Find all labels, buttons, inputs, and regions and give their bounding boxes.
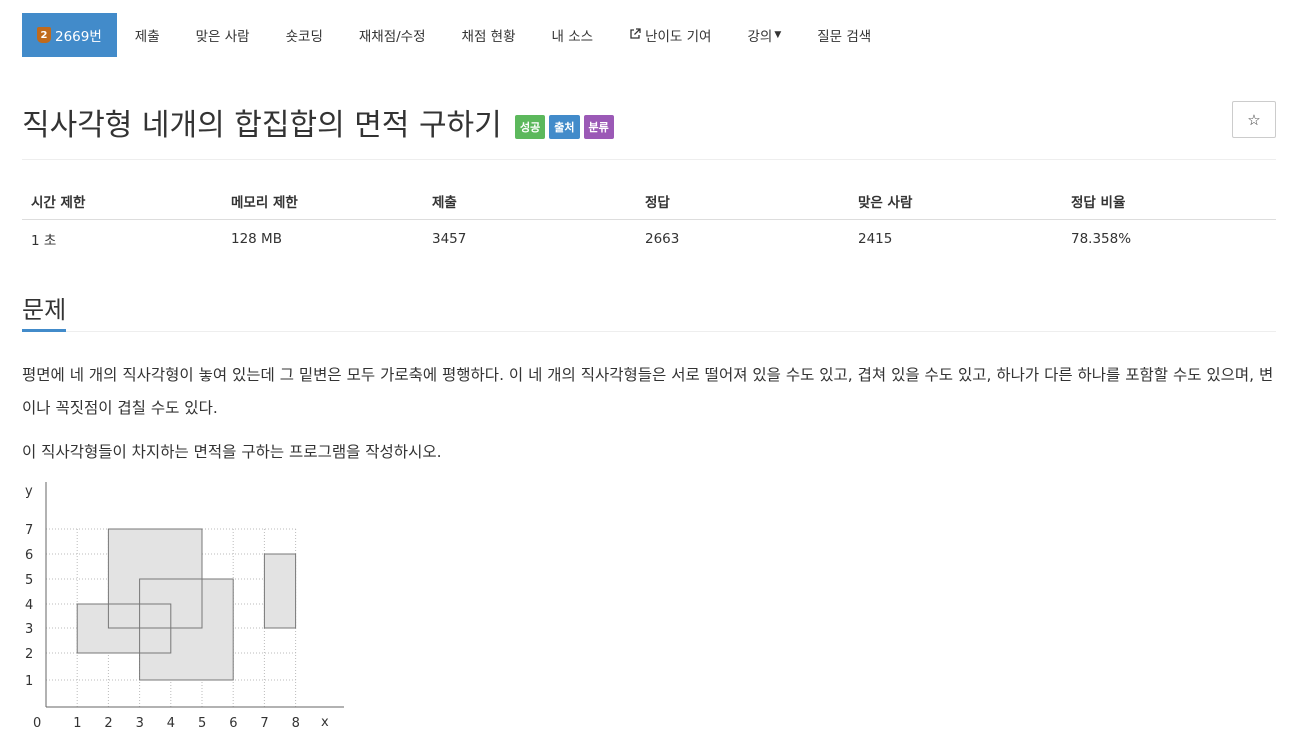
rectangle-fill	[139, 579, 234, 680]
value-time-limit: 1 초	[31, 232, 57, 249]
problem-section-header: 문제	[22, 290, 1276, 332]
value-memory-limit: 128 MB	[231, 230, 282, 247]
rectangles-figure-svg: y x 0 1 2 3 4 5 6 7 8 1 2 3 4 5 6 7	[25, 482, 344, 731]
nav-difficulty-contribution[interactable]: 난이도 기여	[611, 13, 729, 57]
rectangle-fill	[264, 554, 296, 628]
nav-question-search[interactable]: 질문 검색	[799, 13, 889, 57]
problem-description: 평면에 네 개의 직사각형이 놓여 있는데 그 밑변은 모두 가로축에 평행하다…	[22, 366, 1274, 417]
header-solved-users: 맞은 사람	[849, 183, 1062, 220]
nav-lecture-dropdown[interactable]: 강의 ▼	[729, 13, 799, 57]
problem-figure: y x 0 1 2 3 4 5 6 7 8 1 2 3 4 5 6 7	[22, 478, 352, 738]
table-header-row: 시간 제한 메모리 제한 제출 정답 맞은 사람 정답 비율	[22, 183, 1276, 220]
nav-my-source[interactable]: 내 소스	[534, 13, 612, 57]
nav-submit[interactable]: 제출	[117, 13, 178, 57]
problem-labels: 성공 출처 분류	[515, 115, 614, 139]
y-tick-label: 3	[25, 622, 33, 637]
x-tick-label: 1	[73, 716, 81, 731]
x-tick-label: 2	[104, 716, 112, 731]
favorite-button[interactable]: ☆	[1232, 101, 1276, 138]
y-tick-label: 6	[25, 548, 33, 563]
problem-nav: 2 2669번 제출 맞은 사람 숏코딩 재채점/수정 채점 현황 내 소스 난…	[22, 13, 889, 57]
star-icon: ☆	[1247, 110, 1261, 129]
table-row: 1 초 128 MB 3457 2663 2415 78.358%	[22, 220, 1276, 258]
external-link-icon	[629, 27, 641, 43]
nav-rejudge[interactable]: 재채점/수정	[341, 13, 444, 57]
x-tick-label: 7	[260, 716, 268, 731]
header-accept-ratio: 정답 비율	[1062, 183, 1276, 220]
x-axis-label: x	[321, 715, 329, 730]
label-category[interactable]: 분류	[583, 115, 614, 139]
y-tick-label: 1	[25, 674, 33, 689]
y-axis-label: y	[25, 484, 33, 499]
section-title: 문제	[22, 290, 67, 332]
y-tick-label: 7	[25, 523, 33, 538]
nav-solved-users[interactable]: 맞은 사람	[178, 13, 268, 57]
problem-title: 직사각형 네개의 합집합의 면적 구하기	[22, 108, 502, 143]
x-tick-label: 6	[229, 716, 237, 731]
y-tick-label: 4	[25, 598, 33, 613]
nav-problem-number[interactable]: 2 2669번	[22, 13, 117, 57]
nav-short-coding[interactable]: 숏코딩	[268, 13, 341, 57]
problem-task: 이 직사각형들이 차지하는 면적을 구하는 프로그램을 작성하시오.	[22, 443, 442, 461]
header-time-limit: 시간 제한	[22, 183, 222, 220]
value-solved-users: 2415	[858, 230, 893, 247]
value-submissions: 3457	[432, 230, 467, 247]
y-tick-label: 2	[25, 647, 33, 662]
origin-label: 0	[33, 716, 41, 731]
x-tick-label: 8	[292, 716, 300, 731]
x-tick-label: 5	[198, 716, 206, 731]
caret-down-icon: ▼	[774, 30, 782, 40]
value-accepted: 2663	[645, 230, 680, 247]
header-submissions: 제출	[423, 183, 636, 220]
nav-status[interactable]: 채점 현황	[444, 13, 534, 57]
problem-info-table: 시간 제한 메모리 제한 제출 정답 맞은 사람 정답 비율 1 초 128 M…	[22, 183, 1276, 258]
nav-difficulty-label: 난이도 기여	[645, 29, 712, 45]
problem-header: 직사각형 네개의 합집합의 면적 구하기 성공 출처 분류 ☆	[22, 98, 1276, 160]
label-success[interactable]: 성공	[515, 115, 546, 139]
value-accept-ratio: 78.358%	[1071, 230, 1132, 247]
nav-lecture-label: 강의	[747, 29, 773, 45]
x-tick-label: 4	[167, 716, 175, 731]
x-tick-label: 3	[136, 716, 144, 731]
header-memory-limit: 메모리 제한	[222, 183, 423, 220]
y-tick-label: 5	[25, 573, 33, 588]
problem-number-label: 2669번	[55, 29, 102, 45]
header-accepted: 정답	[636, 183, 849, 220]
tier-badge-icon: 2	[37, 27, 51, 43]
label-source[interactable]: 출처	[549, 115, 580, 139]
